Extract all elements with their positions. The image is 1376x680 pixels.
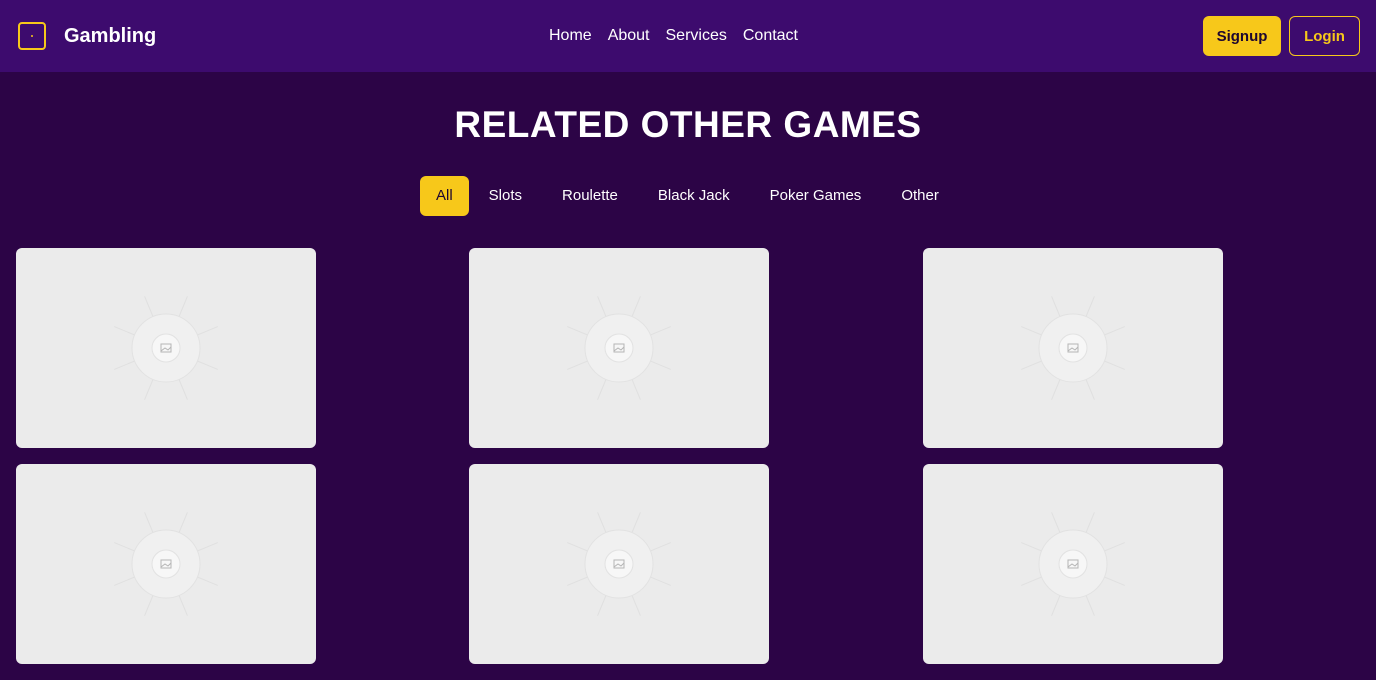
nav-contact[interactable]: Contact — [743, 26, 798, 46]
filter-tab-black-jack[interactable]: Black Jack — [638, 176, 750, 216]
image-placeholder-icon — [567, 296, 671, 400]
main-nav: Home About Services Contact — [549, 26, 814, 46]
filter-tab-other[interactable]: Other — [881, 176, 959, 216]
brand-name[interactable]: Gambling — [64, 24, 156, 48]
section-title: RELATED OTHER GAMES — [454, 104, 922, 145]
game-card[interactable] — [16, 464, 316, 664]
filter-tab-roulette[interactable]: Roulette — [542, 176, 638, 216]
image-placeholder-icon — [1021, 512, 1125, 616]
dice-dot — [31, 35, 33, 37]
filter-tab-all[interactable]: All — [420, 176, 469, 216]
game-card[interactable] — [16, 248, 316, 448]
signup-button[interactable]: Signup — [1203, 16, 1281, 56]
game-card[interactable] — [469, 464, 769, 664]
image-placeholder-icon — [567, 512, 671, 616]
filter-tab-slots[interactable]: Slots — [469, 176, 542, 216]
image-placeholder-icon — [1021, 296, 1125, 400]
nav-about[interactable]: About — [608, 26, 650, 46]
filter-tab-poker-games[interactable]: Poker Games — [750, 176, 882, 216]
image-placeholder-icon — [114, 512, 218, 616]
image-placeholder-icon — [114, 296, 218, 400]
game-card[interactable] — [469, 248, 769, 448]
dice-icon[interactable] — [18, 22, 46, 50]
game-filter-tabs: All Slots Roulette Black Jack Poker Game… — [420, 176, 959, 216]
game-card[interactable] — [923, 464, 1223, 664]
login-button[interactable]: Login — [1289, 16, 1360, 56]
nav-services[interactable]: Services — [666, 26, 727, 46]
navbar: Gambling Home About Services Contact Sig… — [0, 0, 1376, 72]
game-card[interactable] — [923, 248, 1223, 448]
nav-home[interactable]: Home — [549, 26, 592, 46]
